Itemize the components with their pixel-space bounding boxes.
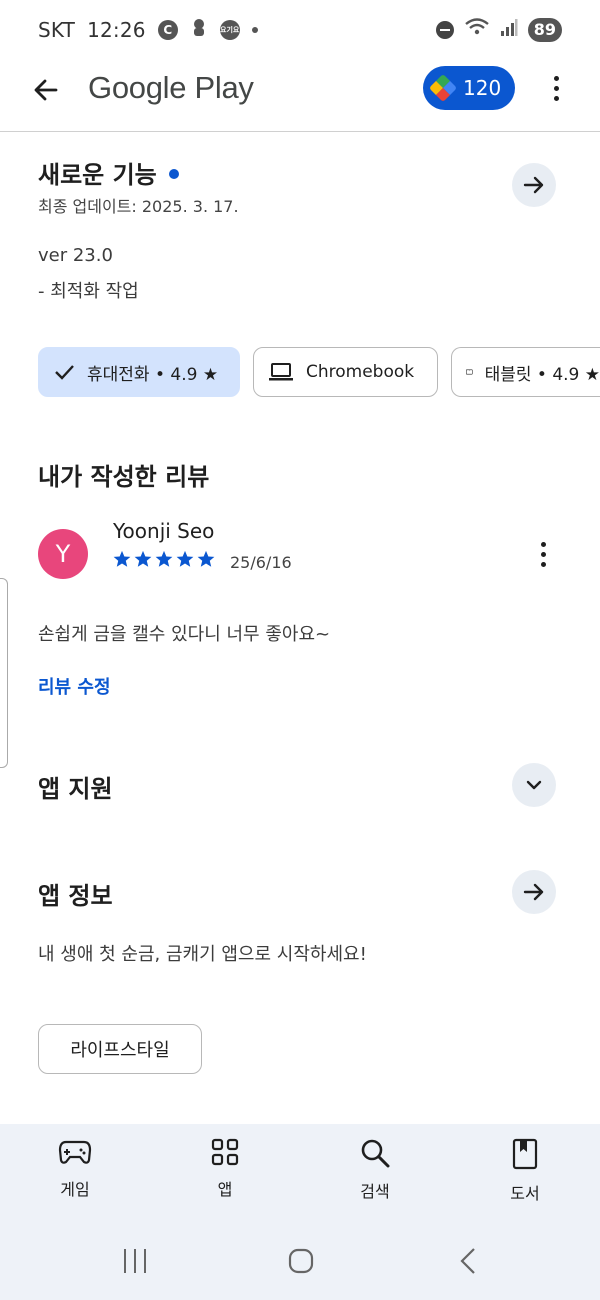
search-icon (361, 1139, 390, 1168)
arrow-back-icon (34, 79, 58, 101)
status-clock: 12:26 (87, 17, 146, 42)
star-icon (176, 550, 194, 567)
star-rating (113, 550, 215, 568)
nav-games[interactable]: 게임 (25, 1138, 125, 1200)
nav-apps-label: 앱 (217, 1180, 233, 1199)
play-points-count: 120 (463, 76, 502, 100)
avatar: Y (38, 529, 88, 579)
tablet-icon (466, 369, 473, 375)
nav-books[interactable]: 도서 (475, 1138, 575, 1204)
star-icon (134, 550, 152, 567)
apps-grid-icon (211, 1138, 239, 1166)
nav-search[interactable]: 검색 (325, 1138, 425, 1202)
arrow-forward-icon (523, 176, 544, 194)
star-icon (197, 550, 215, 567)
my-review-heading: 내가 작성한 리뷰 (38, 463, 210, 491)
version-text: ver 23.0 (38, 245, 113, 266)
play-points-icon (428, 73, 458, 103)
app-description: 내 생애 첫 순금, 금캐기 앱으로 시작하세요! (38, 944, 367, 965)
review-date: 25/6/16 (230, 553, 292, 572)
home-icon (288, 1248, 314, 1274)
nav-search-label: 검색 (360, 1182, 390, 1201)
chip-phone[interactable]: 휴대전화 • 4.9 ★ (38, 347, 240, 397)
whats-new-heading: 새로운 기능 (38, 155, 179, 190)
gamepad-icon (58, 1140, 92, 1164)
app-info-heading: 앱 정보 (38, 882, 113, 910)
release-note-text: - 최적화 작업 (38, 281, 139, 302)
last-updated-text: 최종 업데이트: 2025. 3. 17. (38, 197, 239, 216)
star-icon (155, 550, 173, 567)
overflow-menu-button[interactable] (544, 66, 568, 110)
back-button[interactable] (24, 68, 68, 112)
chip-chromebook-label: Chromebook (306, 362, 415, 382)
chip-tablet-label: 태블릿 • 4.9 ★ (484, 364, 600, 385)
nav-games-label: 게임 (60, 1180, 90, 1199)
more-notifications-icon (251, 26, 258, 33)
battery-indicator: 89 (527, 17, 562, 42)
c-badge-icon: C (157, 19, 178, 40)
wifi-icon (464, 17, 490, 42)
app-support-heading: 앱 지원 (38, 775, 113, 803)
app-support-expand-button[interactable] (512, 763, 556, 807)
app-info-arrow-button[interactable] (512, 870, 556, 914)
play-points-button[interactable]: 120 (423, 66, 515, 110)
recent-apps-button[interactable] (118, 1236, 152, 1286)
carrier-label: SKT (38, 17, 76, 42)
nav-books-label: 도서 (510, 1184, 540, 1203)
chevron-left-icon (460, 1248, 475, 1274)
arrow-forward-icon (523, 883, 544, 901)
signal-icon (500, 18, 518, 42)
review-author: Yoonji Seo (113, 519, 215, 543)
whats-new-title: 새로운 기능 (38, 161, 157, 189)
review-menu-button[interactable] (531, 532, 555, 576)
chevron-down-icon (526, 780, 542, 790)
check-icon (55, 365, 74, 380)
book-icon (512, 1138, 538, 1170)
edge-panel-handle[interactable] (0, 578, 8, 768)
system-back-button[interactable] (452, 1236, 486, 1286)
notification-app-icon (190, 17, 208, 42)
star-icon (113, 550, 131, 567)
laptop-icon (269, 363, 293, 381)
chip-tablet[interactable]: 태블릿 • 4.9 ★ (451, 347, 600, 397)
chip-phone-label: 휴대전화 • 4.9 ★ (87, 364, 219, 385)
google-play-logo: Google Play (88, 70, 254, 105)
dnd-icon (435, 20, 454, 39)
chip-chromebook[interactable]: Chromebook (253, 347, 438, 397)
status-bar: SKT 12:26 C 요기요 89 (0, 0, 600, 58)
category-tag-button[interactable]: 라이프스타일 (38, 1024, 202, 1074)
recent-apps-icon (124, 1249, 146, 1273)
nav-apps[interactable]: 앱 (175, 1138, 275, 1200)
home-button[interactable] (284, 1236, 318, 1286)
app-bar: Google Play 120 (0, 58, 600, 132)
yogiyo-badge-icon: 요기요 (219, 19, 240, 40)
review-text: 손쉽게 금을 캘수 있다니 너무 좋아요~ (38, 624, 331, 645)
edit-review-link[interactable]: 리뷰 수정 (38, 673, 111, 699)
whats-new-arrow-button[interactable] (512, 163, 556, 207)
new-indicator-dot (168, 169, 179, 179)
